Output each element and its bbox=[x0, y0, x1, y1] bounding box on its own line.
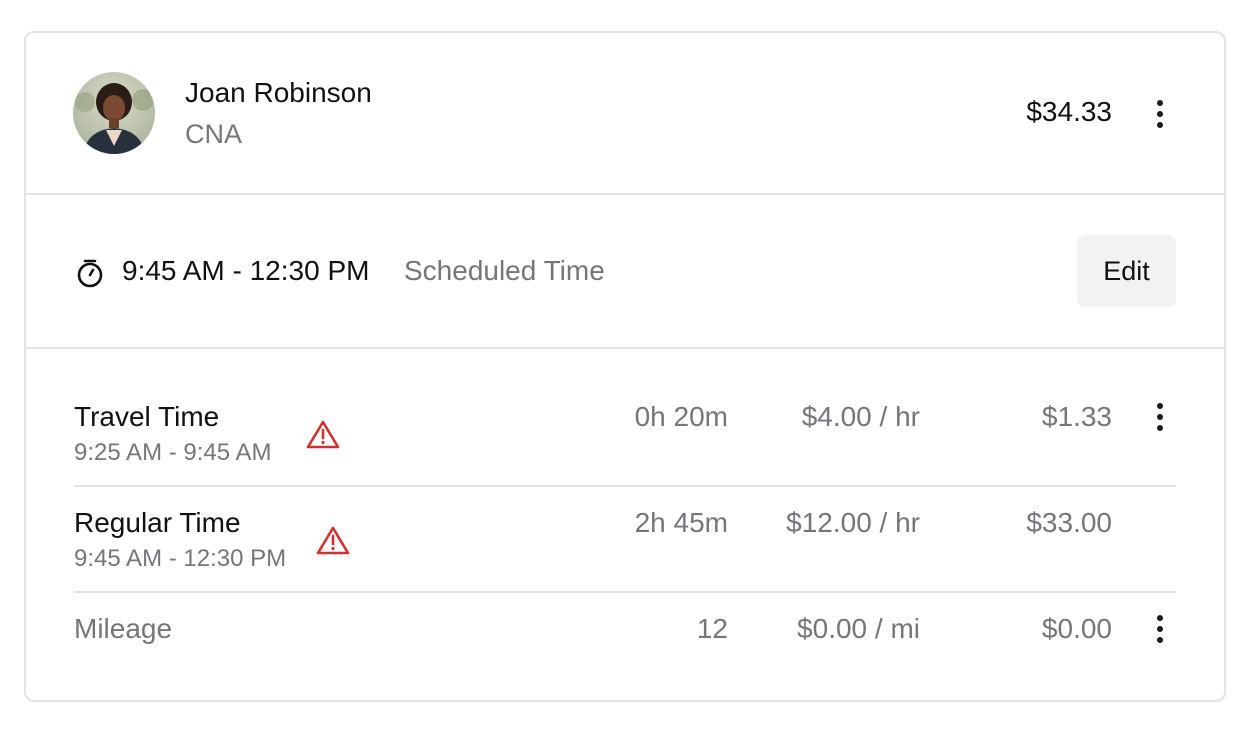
total-amount: $34.33 bbox=[1026, 96, 1112, 127]
line-item-quantity: 12 bbox=[696, 613, 728, 644]
edit-button[interactable]: Edit bbox=[1077, 235, 1176, 307]
line-item-title: Mileage bbox=[74, 613, 173, 644]
header-more-icon[interactable] bbox=[1148, 94, 1172, 134]
line-item-amount: $33.00 bbox=[1026, 507, 1112, 538]
warning-icon bbox=[316, 526, 350, 555]
line-item-amount: $0.00 bbox=[1041, 613, 1112, 644]
line-item-amount: $1.33 bbox=[1041, 401, 1112, 432]
line-item-time-range: 9:25 AM - 9:45 AM bbox=[74, 439, 272, 466]
worker-role: CNA bbox=[185, 119, 243, 149]
line-item-title: Travel Time bbox=[74, 401, 220, 432]
avatar bbox=[73, 72, 155, 154]
line-item-time-range: 9:45 AM - 12:30 PM bbox=[74, 545, 287, 572]
avatar-image bbox=[73, 72, 155, 154]
line-item-title: Regular Time bbox=[74, 507, 241, 538]
warning-icon bbox=[306, 420, 340, 449]
line-item-rate: $4.00 / hr bbox=[801, 401, 920, 432]
scheduled-time-label: Scheduled Time bbox=[404, 255, 605, 286]
scheduled-time-range: 9:45 AM - 12:30 PM bbox=[122, 255, 370, 286]
header-divider bbox=[26, 193, 1224, 195]
row-divider bbox=[74, 485, 1176, 487]
line-item-rate: $0.00 / mi bbox=[797, 613, 920, 644]
schedule-divider bbox=[26, 347, 1224, 349]
line-item-more-icon[interactable] bbox=[1148, 397, 1172, 437]
line-item-rate: $12.00 / hr bbox=[786, 507, 920, 538]
timesheet-card: Joan Robinson CNA $34.33 9:45 AM - 12:30… bbox=[24, 31, 1226, 702]
row-divider bbox=[74, 591, 1176, 593]
stopwatch-icon bbox=[77, 259, 103, 288]
line-item-more-icon[interactable] bbox=[1148, 609, 1172, 649]
line-item-duration: 0h 20m bbox=[634, 401, 728, 432]
worker-name: Joan Robinson bbox=[185, 77, 372, 108]
line-item-duration: 2h 45m bbox=[634, 507, 728, 538]
